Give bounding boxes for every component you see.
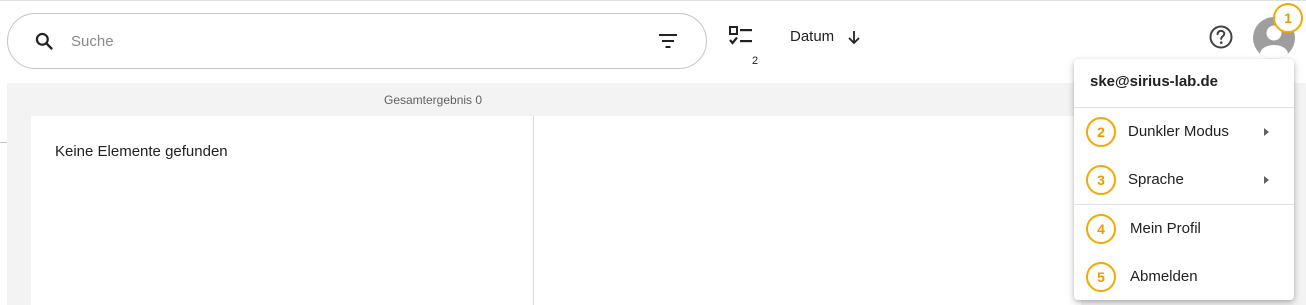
menu-item-label: Sprache bbox=[1128, 171, 1184, 188]
total-results-label: Gesamtergebnis 0 bbox=[384, 93, 483, 107]
annotation-badge: 5 bbox=[1086, 262, 1116, 292]
user-menu: ske@sirius-lab.de 2 Dunkler Modus 3 Spra… bbox=[1074, 59, 1294, 300]
checklist-count: 2 bbox=[752, 55, 759, 67]
caret-right-icon bbox=[1264, 176, 1269, 184]
user-email: ske@sirius-lab.de bbox=[1090, 73, 1219, 90]
menu-item-dark-mode[interactable]: 2 Dunkler Modus bbox=[1074, 109, 1294, 155]
left-divider bbox=[0, 142, 7, 143]
search-bar[interactable] bbox=[7, 13, 707, 69]
filter-icon[interactable] bbox=[658, 33, 678, 49]
search-input[interactable] bbox=[71, 28, 631, 54]
annotation-badge: 3 bbox=[1086, 165, 1116, 195]
menu-item-profile[interactable]: 4 Mein Profil bbox=[1074, 206, 1294, 252]
sort-label: Datum bbox=[790, 28, 835, 45]
menu-item-label: Mein Profil bbox=[1130, 220, 1201, 237]
annotation-badge: 4 bbox=[1086, 214, 1116, 244]
menu-divider bbox=[1074, 204, 1294, 205]
menu-item-language[interactable]: 3 Sprache bbox=[1074, 157, 1294, 203]
panel-divider bbox=[533, 116, 534, 305]
arrow-down-icon bbox=[848, 30, 860, 44]
caret-right-icon bbox=[1264, 128, 1269, 136]
checklist-icon[interactable] bbox=[726, 24, 756, 54]
sort-button[interactable]: Datum bbox=[790, 28, 862, 45]
top-border bbox=[0, 0, 1306, 1]
annotation-badge: 1 bbox=[1273, 3, 1303, 33]
menu-item-label: Dunkler Modus bbox=[1128, 123, 1229, 140]
search-icon bbox=[35, 32, 53, 50]
annotation-badge: 2 bbox=[1086, 117, 1116, 147]
menu-item-logout[interactable]: 5 Abmelden bbox=[1074, 254, 1294, 300]
empty-state-message: Keine Elemente gefunden bbox=[55, 143, 228, 160]
menu-divider bbox=[1074, 107, 1294, 108]
menu-item-label: Abmelden bbox=[1130, 268, 1198, 285]
help-icon[interactable] bbox=[1208, 24, 1234, 50]
